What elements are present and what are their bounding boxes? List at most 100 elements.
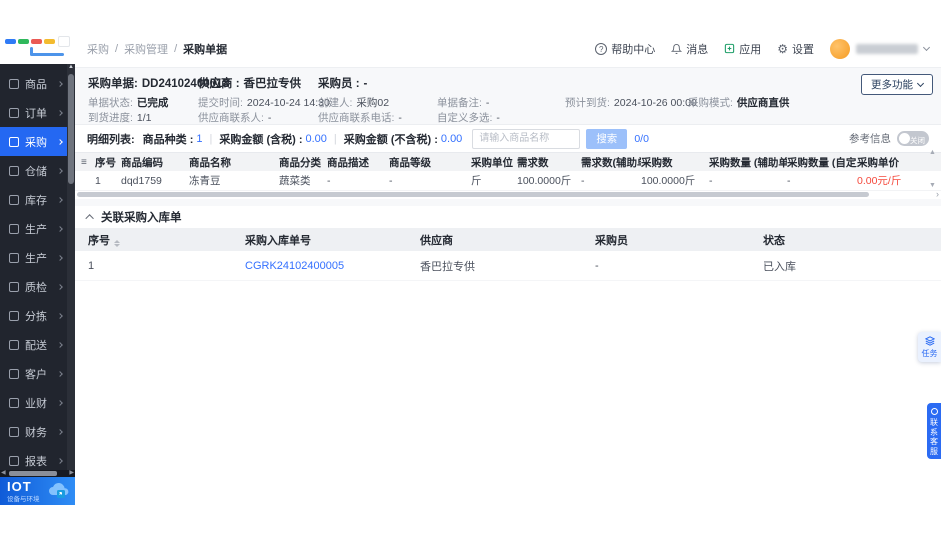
iot-footer-banner[interactable]: IOT 设备与环境 (0, 477, 75, 505)
separator: | (209, 132, 213, 145)
messages-button[interactable]: 消息 (671, 41, 708, 57)
search-button[interactable]: 搜索 (586, 128, 628, 149)
help-label: 帮助中心 (611, 43, 656, 56)
chevron-right-icon (57, 457, 63, 464)
col-header: 采购单位 (471, 156, 513, 169)
sort-icon[interactable] (114, 239, 120, 247)
cell-unit-price: 0.00元/斤 (857, 175, 902, 187)
breadcrumb-item[interactable]: 采购 (87, 41, 109, 57)
col-header: 采购员 (595, 234, 628, 247)
field-remark: 单据备注: - (437, 97, 490, 109)
col-header: 商品描述 (327, 156, 369, 169)
apps-button[interactable]: 应用 (724, 41, 761, 57)
linked-inbound-section-header[interactable]: 关联采购入库单 (75, 206, 941, 228)
sidebar-item-label: 仓储 (25, 165, 47, 178)
scroll-right-icon[interactable]: ▶ (69, 469, 74, 476)
table-row[interactable]: 1 CGRK24102400005 香巴拉专供 - 已入库 (75, 251, 941, 281)
col-header: 商品名称 (189, 156, 231, 169)
sidebar-item-qc[interactable]: 质检 (0, 272, 67, 301)
sidebar-item-warehouse[interactable]: 仓储 (0, 156, 67, 185)
sidebar-item-sorting[interactable]: 分拣 (0, 301, 67, 330)
chevron-right-icon (57, 370, 63, 377)
col-header: 需求数 (517, 156, 549, 169)
collapse-caret-icon[interactable] (85, 214, 94, 223)
scroll-left-icon[interactable]: ◀ (1, 469, 6, 476)
reports-icon (9, 455, 19, 466)
sidebar-item-orders[interactable]: 订单 (0, 98, 67, 127)
sidebar-item-label: 生产 (25, 252, 47, 265)
field-supplier-contact: 供应商联系人: - (198, 112, 272, 124)
scroll-down-icon[interactable]: ▼ (929, 182, 936, 189)
sidebar-item-label: 业财 (25, 397, 47, 410)
sidebar-item-customers[interactable]: 客户 (0, 359, 67, 388)
detail-list-title: 明细列表: (87, 133, 135, 146)
col-header: 商品编码 (121, 156, 163, 169)
contact-service-tab[interactable]: 联系客服 (927, 403, 941, 459)
sidebar-item-inventory[interactable]: 库存 (0, 185, 67, 214)
sidebar-item-procurement[interactable]: 采购 (0, 127, 67, 156)
sidebar-scrollbar[interactable]: ▲ (67, 64, 75, 477)
sidebar-item-label: 报表 (25, 455, 47, 468)
linked-table-header: 序号 采购入库单号 供应商 采购员 状态 (75, 228, 941, 251)
bell-icon (671, 43, 683, 54)
scroll-right-icon[interactable]: › (936, 189, 939, 199)
table-row[interactable]: 1 dqd1759 冻青豆 蔬菜类 - - 斤 100.0000斤 - 100.… (75, 171, 941, 191)
sidebar-item-label: 配送 (25, 339, 47, 352)
cell-demand-qty: 100.0000斤 (517, 175, 572, 187)
stat-value: 1 (196, 132, 203, 145)
breadcrumb-separator: / (115, 42, 119, 55)
sidebar-item-delivery[interactable]: 配送 (0, 330, 67, 359)
service-label: 联系客服 (930, 418, 938, 456)
detail-table-hscrollbar[interactable]: › (75, 189, 941, 199)
cell-seq: 1 (88, 259, 95, 272)
col-header: 采购数量 (自定义单位) (787, 156, 857, 169)
more-functions-label: 更多功能 (871, 79, 913, 91)
hscroll-thumb[interactable] (77, 192, 869, 197)
more-functions-button[interactable]: 更多功能 (861, 74, 933, 95)
brand-logo-swoosh-v (30, 47, 33, 55)
field-supplier-phone: 供应商联系电话: - (318, 112, 402, 124)
chevron-right-icon (57, 341, 63, 348)
layers-icon (924, 335, 935, 346)
field-custom-multi: 自定义多选: - (437, 112, 500, 124)
col-header: 商品等级 (389, 156, 431, 169)
sidebar-hscroll-thumb[interactable] (9, 471, 57, 476)
sidebar-item-production-2[interactable]: 生产 (0, 243, 67, 272)
scroll-up-icon[interactable]: ▲ (67, 64, 75, 70)
col-header: 状态 (763, 234, 785, 247)
sidebar-item-goods[interactable]: 商品 (0, 69, 67, 98)
chevron-right-icon (57, 196, 63, 203)
inbound-order-link[interactable]: CGRK24102400005 (245, 260, 420, 272)
reference-toggle[interactable]: 关闭 (897, 131, 929, 146)
warehouse-icon (9, 165, 19, 176)
headset-icon (930, 408, 938, 415)
settings-label: 设置 (792, 43, 814, 56)
sidebar-item-label: 商品 (25, 78, 47, 91)
procurement-icon (9, 136, 19, 147)
settings-button[interactable]: ⚙ 设置 (777, 41, 814, 57)
apps-icon (725, 43, 735, 54)
apps-label: 应用 (739, 43, 762, 56)
sidebar-item-business-finance[interactable]: 业财 (0, 388, 67, 417)
search-input[interactable] (472, 128, 581, 149)
help-center-button[interactable]: ? 帮助中心 (595, 41, 655, 57)
breadcrumb-item[interactable]: 采购管理 (124, 41, 168, 57)
sidebar-item-finance[interactable]: 财务 (0, 417, 67, 446)
sidebar-hscrollbar[interactable]: ◀ ▶ (0, 470, 75, 477)
sidebar-scroll-thumb[interactable] (68, 74, 74, 184)
field-purchase-mode: 采购模式: 供应商直供 (688, 97, 790, 109)
column-settings-icon[interactable]: ≡ (75, 157, 95, 168)
sidebar-item-label: 生产 (25, 223, 47, 236)
sidebar-item-label: 采购 (25, 136, 47, 149)
field-supplier: 供应商 : 香巴拉专供 (198, 78, 302, 90)
sidebar-item-production-1[interactable]: 生产 (0, 214, 67, 243)
tasks-floating-button[interactable]: 任务 (918, 332, 941, 362)
field-creator: 创建人: 采购02 (318, 97, 390, 109)
order-info-panel: 采购单据: DD24102400013 供应商 : 香巴拉专供 采购员 :- 单据状… (75, 68, 941, 125)
avatar[interactable] (830, 38, 850, 59)
scroll-up-icon[interactable]: ▲ (929, 149, 936, 156)
delivery-icon (9, 339, 19, 350)
user-menu[interactable] (830, 38, 931, 59)
reference-toggle-group: 参考信息 关闭 (849, 131, 929, 146)
brand-logo (0, 30, 75, 64)
